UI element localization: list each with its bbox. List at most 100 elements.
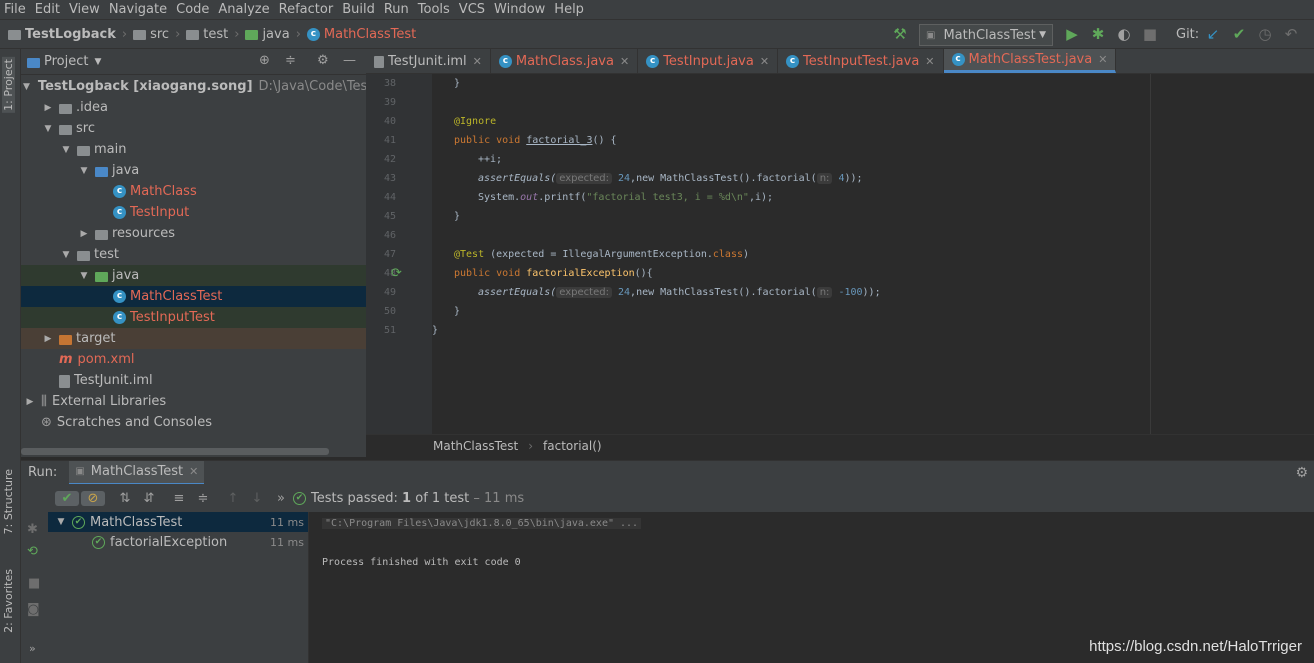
tree-item-mathclasstest[interactable]: c MathClassTest <box>21 286 366 307</box>
git-history-icon[interactable]: ◷ <box>1255 25 1275 43</box>
close-icon[interactable]: ✕ <box>473 55 482 68</box>
tree-item-resources[interactable]: ▶ resources <box>21 223 366 244</box>
close-icon[interactable]: ✕ <box>189 465 198 478</box>
debug-icon[interactable]: ✱ <box>27 522 38 537</box>
tab-favorites[interactable]: 2: Favorites <box>2 569 15 633</box>
tree-item-testinputtest[interactable]: c TestInputTest <box>21 307 366 328</box>
tree-item-test-java[interactable]: ▼ java <box>21 265 366 286</box>
nav-src[interactable]: src › <box>133 27 180 42</box>
show-ignored-icon[interactable]: ⊘ <box>81 490 105 506</box>
git-revert-icon[interactable]: ↶ <box>1281 25 1301 43</box>
test-class-icon: c <box>113 290 126 303</box>
run-tab-mathclasstest[interactable]: ▣ MathClassTest ✕ <box>69 460 205 485</box>
test-row-mathclasstest[interactable]: ▼ ✔ MathClassTest 11 ms <box>48 512 308 532</box>
coverage-icon[interactable]: ◐ <box>1114 25 1134 43</box>
tree-item-pom[interactable]: m pom.xml <box>21 349 366 370</box>
tab-mathclass-java[interactable]: c MathClass.java ✕ <box>491 49 639 73</box>
hide-icon[interactable]: — <box>343 53 356 68</box>
close-icon[interactable]: ✕ <box>620 55 629 68</box>
tab-testinputtest-java[interactable]: c TestInputTest.java ✕ <box>778 49 944 73</box>
tree-item-main-java[interactable]: ▼ java <box>21 160 366 181</box>
target-icon[interactable]: ⊕ <box>259 53 270 68</box>
gear-icon[interactable]: ⚙ <box>1295 465 1308 481</box>
menu-build[interactable]: Build <box>342 2 375 17</box>
check-icon: ✔ <box>293 491 306 505</box>
collapse-icon[interactable]: ≑ <box>285 53 296 68</box>
nav-project[interactable]: TestLogback › <box>8 27 127 42</box>
tree-item-root[interactable]: ▼ TestLogback [xiaogang.song] D:\Java\Code… <box>21 76 387 97</box>
chevron-right-icon: › <box>528 439 534 453</box>
tree-item-external-libraries[interactable]: ▶ ⫼ External Libraries <box>21 391 366 412</box>
close-icon[interactable]: ✕ <box>925 55 934 68</box>
tree-item-testinput[interactable]: c TestInput <box>21 202 366 223</box>
show-passed-icon[interactable]: ✔ <box>55 490 79 506</box>
menu-run[interactable]: Run <box>384 2 409 17</box>
expand-all-icon[interactable]: ≡ <box>167 491 191 506</box>
breadcrumb-method[interactable]: factorial() <box>543 439 602 453</box>
menu-navigate[interactable]: Navigate <box>109 2 167 17</box>
menu-help[interactable]: Help <box>554 2 584 17</box>
breadcrumb-class[interactable]: MathClassTest <box>433 439 518 453</box>
stop-icon[interactable]: ■ <box>1140 25 1160 43</box>
nav-test[interactable]: test › <box>186 27 239 42</box>
tree-item-main[interactable]: ▼ main <box>21 139 366 160</box>
build-hammer-icon[interactable]: ⚒ <box>890 25 910 43</box>
menu-code[interactable]: Code <box>176 2 209 17</box>
menu-edit[interactable]: Edit <box>35 2 60 17</box>
debug-icon[interactable]: ✱ <box>1088 25 1108 43</box>
git-update-icon[interactable]: ↙ <box>1203 25 1223 43</box>
tree-item-scratches[interactable]: ⊛ Scratches and Consoles <box>21 412 366 433</box>
sort-duration-icon[interactable]: ⇵ <box>137 491 161 506</box>
menu-tools[interactable]: Tools <box>418 2 450 17</box>
menu-refactor[interactable]: Refactor <box>279 2 334 17</box>
stop-icon[interactable]: ■ <box>28 576 40 591</box>
folder-icon <box>77 250 90 261</box>
chevron-down-icon[interactable]: ▼ <box>94 57 101 67</box>
menu-file[interactable]: File <box>4 2 26 17</box>
tree-item-mathclass[interactable]: c MathClass <box>21 181 366 202</box>
run-icon[interactable]: ▶ <box>1062 25 1082 43</box>
project-icon <box>27 57 40 68</box>
tree-item-idea[interactable]: ▶ .idea <box>21 97 366 118</box>
test-row-factorialexception[interactable]: ✔ factorialException 11 ms <box>48 532 308 552</box>
config-icon: ▣ <box>926 29 936 41</box>
run-test-gutter-icon[interactable]: ⟳ <box>391 266 402 281</box>
git-commit-icon[interactable]: ✔ <box>1229 25 1249 43</box>
tree-item-test[interactable]: ▼ test <box>21 244 366 265</box>
test-run-icon: ▣ <box>75 466 85 477</box>
line-number: 46 <box>383 230 396 241</box>
console-command[interactable]: "C:\Program Files\Java\jdk1.8.0_65\bin\j… <box>322 518 642 529</box>
run-config-select[interactable]: ▣ MathClassTest ▼ <box>919 24 1053 46</box>
horizontal-scrollbar[interactable] <box>21 448 329 455</box>
test-status: Tests passed: 1 of 1 test – 11 ms <box>311 490 525 506</box>
tree-item-testjunit-iml[interactable]: TestJunit.iml <box>21 370 366 391</box>
menu-window[interactable]: Window <box>494 2 545 17</box>
nav-java[interactable]: java › <box>245 27 301 42</box>
menu-view[interactable]: View <box>69 2 100 17</box>
collapse-all-icon[interactable]: ≑ <box>191 491 215 506</box>
menu-vcs[interactable]: VCS <box>459 2 485 17</box>
folder-icon <box>95 229 108 240</box>
code-editor[interactable]: } @Ignore public void factorial_3() { ++… <box>432 74 1150 434</box>
line-number: 45 <box>383 211 396 222</box>
arrow-up-icon[interactable]: ↑ <box>221 491 245 506</box>
tab-project[interactable]: 1: Project <box>2 57 15 113</box>
gear-icon[interactable]: ⚙ <box>317 53 329 68</box>
close-icon[interactable]: ✕ <box>760 55 769 68</box>
toggle-auto-test-icon[interactable]: ⟲ <box>27 544 38 559</box>
tree-item-target[interactable]: ▶ target <box>21 328 366 349</box>
close-icon[interactable]: ✕ <box>1098 53 1107 66</box>
menu-analyze[interactable]: Analyze <box>218 2 269 17</box>
tab-testjunit-iml[interactable]: TestJunit.iml ✕ <box>366 49 491 73</box>
tree-item-src[interactable]: ▼ src <box>21 118 366 139</box>
tab-testinput-java[interactable]: c TestInput.java ✕ <box>638 49 779 73</box>
more-icon[interactable]: » <box>269 491 293 506</box>
nav-mathclasstest[interactable]: c MathClassTest <box>306 27 416 42</box>
sort-alpha-icon[interactable]: ⇅ <box>113 491 137 506</box>
more-icon[interactable]: » <box>29 642 36 655</box>
tab-mathclasstest-java[interactable]: c MathClassTest.java ✕ <box>943 49 1117 73</box>
arrow-down-icon[interactable]: ↓ <box>245 491 269 506</box>
tab-structure[interactable]: 7: Structure <box>2 469 15 534</box>
camera-icon[interactable]: ◙ <box>27 602 40 617</box>
project-view-select[interactable]: Project <box>44 54 88 69</box>
